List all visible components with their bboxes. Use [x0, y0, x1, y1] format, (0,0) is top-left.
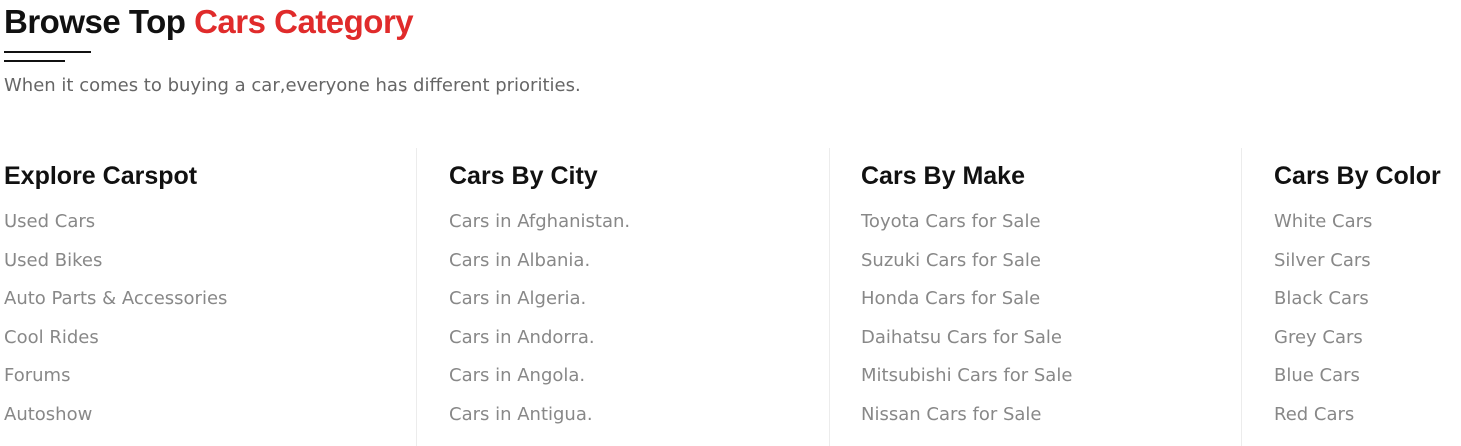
link-forums[interactable]: Forums — [4, 365, 70, 386]
link-make-nissan[interactable]: Nissan Cars for Sale — [861, 404, 1041, 425]
list-item: Cars in Andorra. — [449, 324, 630, 363]
link-autoshow[interactable]: Autoshow — [4, 404, 92, 425]
link-color-white[interactable]: White Cars — [1274, 211, 1372, 232]
list-item: Cars in Algeria. — [449, 285, 630, 324]
heading-underline-long — [4, 51, 91, 53]
list-item: White Cars — [1274, 208, 1372, 247]
list-item: Cool Rides — [4, 324, 227, 363]
category-columns: Explore Carspot Used Cars Used Bikes Aut… — [0, 148, 1461, 446]
link-color-blue[interactable]: Blue Cars — [1274, 365, 1360, 386]
link-city-antigua[interactable]: Cars in Antigua. — [449, 404, 593, 425]
link-color-grey[interactable]: Grey Cars — [1274, 327, 1363, 348]
list-item: Cars in Angola. — [449, 362, 630, 401]
list-item: Forums — [4, 362, 227, 401]
list-item: Honda Cars for Sale — [861, 285, 1072, 324]
list-item: Used Cars — [4, 208, 227, 247]
column-explore-carspot: Explore Carspot Used Cars Used Bikes Aut… — [4, 148, 404, 446]
list-item: Black Cars — [1274, 285, 1372, 324]
link-city-andorra[interactable]: Cars in Andorra. — [449, 327, 595, 348]
column-divider — [416, 148, 417, 446]
link-used-bikes[interactable]: Used Bikes — [4, 250, 102, 271]
list-item: Blue Cars — [1274, 362, 1372, 401]
list-item: Autoshow — [4, 401, 227, 440]
column-title: Cars By Make — [861, 162, 1025, 190]
link-cool-rides[interactable]: Cool Rides — [4, 327, 99, 348]
link-make-toyota[interactable]: Toyota Cars for Sale — [861, 211, 1041, 232]
list-item: Grey Cars — [1274, 324, 1372, 363]
column-divider — [829, 148, 830, 446]
column-cars-by-make: Cars By Make Toyota Cars for Sale Suzuki… — [861, 148, 1231, 446]
list-item: Cars in Antigua. — [449, 401, 630, 440]
link-make-daihatsu[interactable]: Daihatsu Cars for Sale — [861, 327, 1062, 348]
link-city-angola[interactable]: Cars in Angola. — [449, 365, 585, 386]
section-heading: Browse Top Cars Category — [4, 2, 414, 42]
link-color-black[interactable]: Black Cars — [1274, 288, 1369, 309]
browse-categories-section: Browse Top Cars Category When it comes t… — [0, 0, 1461, 446]
section-subtitle: When it comes to buying a car,everyone h… — [4, 75, 581, 96]
column-cars-by-color: Cars By Color White Cars Silver Cars Bla… — [1274, 148, 1459, 446]
list-item: Suzuki Cars for Sale — [861, 247, 1072, 286]
link-auto-parts[interactable]: Auto Parts & Accessories — [4, 288, 227, 309]
column-title: Explore Carspot — [4, 162, 198, 190]
list-item: Nissan Cars for Sale — [861, 401, 1072, 440]
list-item: Toyota Cars for Sale — [861, 208, 1072, 247]
column-cars-by-city: Cars By City Cars in Afghanistan. Cars i… — [449, 148, 819, 446]
column-title: Cars By Color — [1274, 162, 1441, 190]
list-item: Auto Parts & Accessories — [4, 285, 227, 324]
column-divider — [1241, 148, 1242, 446]
list-item: Used Bikes — [4, 247, 227, 286]
heading-accent-text: Cars Category — [194, 3, 414, 40]
link-list: Cars in Afghanistan. Cars in Albania. Ca… — [449, 208, 630, 440]
link-list: Toyota Cars for Sale Suzuki Cars for Sal… — [861, 208, 1072, 440]
link-make-suzuki[interactable]: Suzuki Cars for Sale — [861, 250, 1041, 271]
link-color-red[interactable]: Red Cars — [1274, 404, 1354, 425]
link-color-silver[interactable]: Silver Cars — [1274, 250, 1371, 271]
link-used-cars[interactable]: Used Cars — [4, 211, 95, 232]
link-make-mitsubishi[interactable]: Mitsubishi Cars for Sale — [861, 365, 1072, 386]
list-item: Mitsubishi Cars for Sale — [861, 362, 1072, 401]
heading-plain-text: Browse Top — [4, 3, 195, 40]
link-list: White Cars Silver Cars Black Cars Grey C… — [1274, 208, 1372, 440]
list-item: Silver Cars — [1274, 247, 1372, 286]
column-title: Cars By City — [449, 162, 598, 190]
heading-underline-short — [4, 60, 65, 62]
link-city-afghanistan[interactable]: Cars in Afghanistan. — [449, 211, 630, 232]
list-item: Cars in Albania. — [449, 247, 630, 286]
list-item: Daihatsu Cars for Sale — [861, 324, 1072, 363]
link-city-albania[interactable]: Cars in Albania. — [449, 250, 590, 271]
list-item: Cars in Afghanistan. — [449, 208, 630, 247]
list-item: Red Cars — [1274, 401, 1372, 440]
link-city-algeria[interactable]: Cars in Algeria. — [449, 288, 586, 309]
link-make-honda[interactable]: Honda Cars for Sale — [861, 288, 1040, 309]
link-list: Used Cars Used Bikes Auto Parts & Access… — [4, 208, 227, 440]
